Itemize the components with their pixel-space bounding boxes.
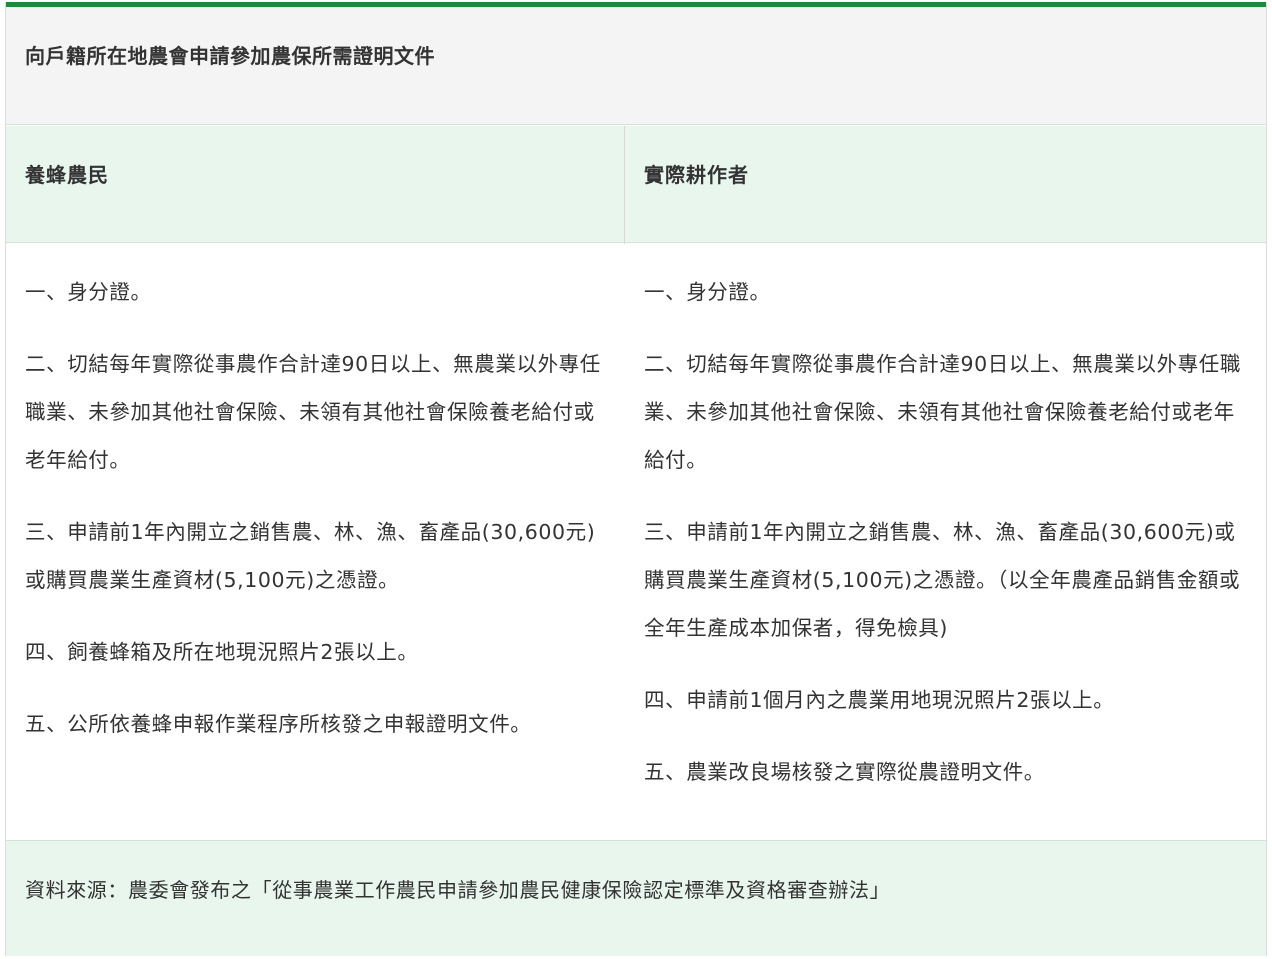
- list-item: 一、身分證。: [25, 280, 152, 304]
- table-body-row: 一、身分證。 二、切結每年實際從事農作合計達90日以上、無農業以外專任職業、未參…: [6, 244, 1266, 840]
- column-header-beekeeper: 養蜂農民: [25, 163, 109, 187]
- list-item: 二、切結每年實際從事農作合計達90日以上、無農業以外專任職業、未參加其他社會保險…: [25, 352, 601, 472]
- list-item: 三、申請前1年內開立之銷售農、林、漁、畜產品(30,600元)或購買農業生產資材…: [644, 520, 1241, 640]
- list-item: 二、切結每年實際從事農作合計達90日以上、無農業以外專任職業、未參加其他社會保險…: [644, 352, 1241, 472]
- cultivator-requirements: 一、身分證。 二、切結每年實際從事農作合計達90日以上、無農業以外專任職業、未參…: [644, 268, 1249, 820]
- list-item: 三、申請前1年內開立之銷售農、林、漁、畜產品(30,600元)或購買農業生產資材…: [25, 520, 596, 592]
- table-header-row: 養蜂農民 實際耕作者: [6, 126, 1266, 243]
- requirements-table: 向戶籍所在地農會申請參加農保所需證明文件 養蜂農民 實際耕作者 一、身分證。 二…: [5, 2, 1267, 956]
- table-title-row: 向戶籍所在地農會申請參加農保所需證明文件: [6, 7, 1266, 125]
- table-title: 向戶籍所在地農會申請參加農保所需證明文件: [25, 44, 435, 68]
- column-header-cultivator: 實際耕作者: [644, 163, 749, 187]
- beekeeper-requirements: 一、身分證。 二、切結每年實際從事農作合計達90日以上、無農業以外專任職業、未參…: [25, 268, 610, 772]
- list-item: 五、公所依養蜂申報作業程序所核發之申報證明文件。: [25, 712, 532, 736]
- source-row: 資料來源：農委會發布之「從事農業工作農民申請參加農民健康保險認定標準及資格審查辦…: [6, 840, 1266, 956]
- list-item: 一、身分證。: [644, 280, 771, 304]
- list-item: 四、飼養蜂箱及所在地現況照片2張以上。: [25, 640, 419, 664]
- list-item: 四、申請前1個月內之農業用地現況照片2張以上。: [644, 688, 1115, 712]
- source-note: 資料來源：農委會發布之「從事農業工作農民申請參加農民健康保險認定標準及資格審查辦…: [25, 878, 891, 902]
- list-item: 五、農業改良場核發之實際從農證明文件。: [644, 760, 1045, 784]
